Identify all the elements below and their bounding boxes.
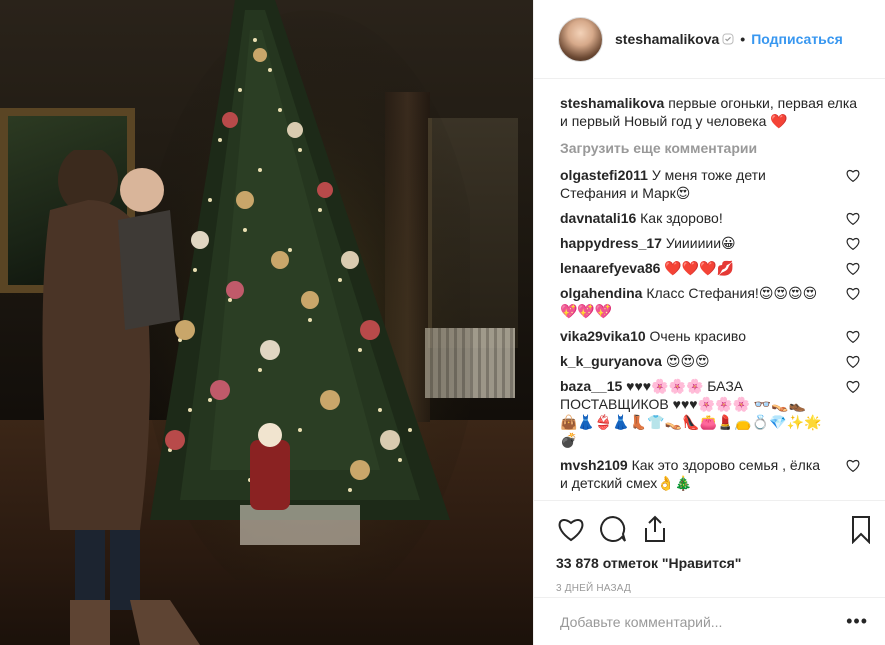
load-more-comments-button[interactable]: Загрузить еще комментарии xyxy=(560,140,860,156)
more-options-button[interactable]: ••• xyxy=(846,611,868,632)
add-comment-input[interactable] xyxy=(560,613,847,630)
post-sidebar: steshamalikova • Подписаться steshamalik… xyxy=(533,0,885,645)
comment-like-heart-icon[interactable] xyxy=(846,237,860,250)
comment-text: Очень красиво xyxy=(649,328,746,344)
comment-item: davnatali16 Как здорово! xyxy=(560,209,860,227)
verified-badge-icon xyxy=(722,33,734,45)
comment-text: ❤️❤️❤️💋 xyxy=(664,260,735,276)
follow-button[interactable]: Подписаться xyxy=(751,31,843,47)
post-photo[interactable] xyxy=(0,0,533,645)
comment-item: olgahendina Класс Стефания!😍😍😍😍 💖💖💖 xyxy=(560,284,860,320)
comment-like-heart-icon[interactable] xyxy=(846,287,860,300)
comments-list[interactable]: steshamalikova первые огоньки, первая ел… xyxy=(534,80,885,500)
caption: steshamalikova первые огоньки, первая ел… xyxy=(560,94,860,130)
comment-text: Как здорово! xyxy=(640,210,723,226)
comment-username[interactable]: vika29vika10 xyxy=(560,328,646,344)
share-icon[interactable] xyxy=(640,514,670,544)
woman-with-baby xyxy=(42,150,200,645)
comment-username[interactable]: olgastefi2011 xyxy=(560,167,648,183)
comment-item: mvsh2109 Как это здорово семья , ёлка и … xyxy=(560,456,860,492)
likes-count[interactable]: 33 878 отметок "Нравится" xyxy=(556,555,870,571)
like-heart-icon[interactable] xyxy=(556,514,586,544)
comment-item: happydress_17 Уииииии😀 xyxy=(560,234,860,252)
separator-dot: • xyxy=(740,31,746,47)
comment-like-heart-icon[interactable] xyxy=(846,380,860,393)
comment-username[interactable]: lenaarefyeva86 xyxy=(560,260,660,276)
comment-text: Уииииии😀 xyxy=(665,235,736,251)
post-header: steshamalikova • Подписаться xyxy=(534,0,885,79)
comment-username[interactable]: davnatali16 xyxy=(560,210,636,226)
comment-bubble-icon[interactable] xyxy=(598,514,628,544)
comment-like-heart-icon[interactable] xyxy=(846,262,860,275)
avatar[interactable] xyxy=(558,16,603,62)
comment-username[interactable]: mvsh2109 xyxy=(560,457,628,473)
header-username[interactable]: steshamalikova xyxy=(615,31,719,47)
instagram-post: steshamalikova • Подписаться steshamalik… xyxy=(0,0,885,645)
comment-item: vika29vika10 Очень красиво xyxy=(560,327,860,345)
comment-item: lenaarefyeva86 ❤️❤️❤️💋 xyxy=(560,259,860,277)
add-comment-bar: ••• xyxy=(534,597,885,645)
comment-username[interactable]: baza__15 xyxy=(560,378,622,394)
post-actions: 33 878 отметок "Нравится" 3 дней назад xyxy=(534,500,885,594)
comment-username[interactable]: happydress_17 xyxy=(560,235,662,251)
comment-like-heart-icon[interactable] xyxy=(846,459,860,472)
comment-item: k_k_guryanova 😍😍😍 xyxy=(560,352,860,370)
post-timestamp[interactable]: 3 дней назад xyxy=(556,583,870,594)
comment-item: olgastefi2011 У меня тоже дети Стефания … xyxy=(560,166,860,202)
comment-item: baza__15 ♥♥♥🌸🌸🌸 БАЗА ПОСТАВЩИКОВ ♥♥♥🌸🌸🌸 … xyxy=(560,377,860,449)
comment-username[interactable]: k_k_guryanova xyxy=(560,353,662,369)
caption-username[interactable]: steshamalikova xyxy=(560,95,664,111)
comment-like-heart-icon[interactable] xyxy=(846,169,860,182)
bookmark-icon[interactable] xyxy=(846,514,876,544)
comment-like-heart-icon[interactable] xyxy=(846,355,860,368)
comment-like-heart-icon[interactable] xyxy=(846,330,860,343)
action-icons xyxy=(556,509,870,549)
comment-text: 😍😍😍 xyxy=(665,353,710,369)
comment-username[interactable]: olgahendina xyxy=(560,285,642,301)
comment-like-heart-icon[interactable] xyxy=(846,212,860,225)
